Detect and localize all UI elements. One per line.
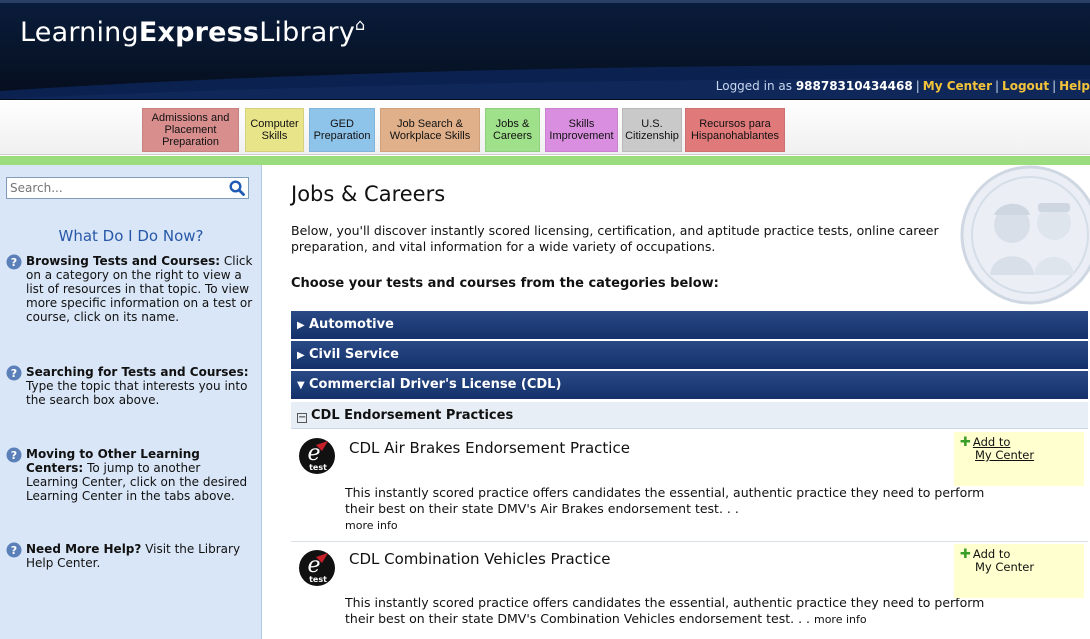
help-text: Type the topic that interests you into t… (26, 379, 248, 407)
add-to-center[interactable]: ✚ Add to My Center (954, 544, 1084, 598)
category-label: Civil Service (309, 347, 399, 362)
test-title[interactable]: CDL Combination Vehicles Practice (349, 550, 610, 568)
brand-express: Express (138, 17, 260, 48)
add-link[interactable]: Add to (973, 435, 1010, 449)
help-title: Need More Help? (26, 542, 142, 556)
expand-arrow-icon: ▶ (297, 320, 305, 331)
user-id: 98878310434468 (795, 79, 913, 93)
library-logo[interactable]: LearningExpressLibrary⌂ (20, 15, 366, 48)
category-label: Automotive (309, 317, 394, 332)
test-title[interactable]: CDL Air Brakes Endorsement Practice (349, 439, 630, 457)
etest-icon: e test (299, 550, 335, 586)
choose-heading: Choose your tests and courses from the c… (291, 276, 719, 291)
tab-hispanohablantes[interactable]: Recursos para Hispanohablantes (685, 108, 785, 152)
help-title: Browsing Tests and Courses: (26, 254, 221, 268)
subcategory-label: CDL Endorsement Practices (311, 408, 514, 423)
home-icon: ⌂ (355, 15, 366, 34)
intro-text: Below, you'll discover instantly scored … (291, 223, 939, 254)
collapse-minus-icon[interactable]: − (297, 413, 307, 423)
category-cdl[interactable]: ▼ Commercial Driver's License (CDL) (291, 371, 1088, 399)
plus-icon: ✚ (960, 547, 971, 562)
more-info-link[interactable]: more info (345, 519, 398, 532)
more-info-link[interactable]: more info (814, 613, 867, 626)
test-description: This instantly scored practice offers ca… (345, 485, 995, 534)
description-text: This instantly scored practice offers ca… (345, 595, 985, 626)
help-need-more: ? Need More Help? Visit the Library Help… (6, 542, 256, 570)
active-center-bar (0, 156, 1090, 165)
svg-text:test: test (309, 575, 327, 584)
help-icon: ? (6, 254, 22, 270)
tab-ged[interactable]: GED Preparation (309, 108, 375, 152)
svg-text:?: ? (11, 367, 17, 380)
help-moving: ? Moving to Other Learning Centers: To j… (6, 447, 256, 503)
search-input[interactable] (7, 178, 222, 198)
page-title: Jobs & Careers (291, 182, 446, 206)
help-icon: ? (6, 542, 22, 558)
help-browsing: ? Browsing Tests and Courses: Click on a… (6, 254, 256, 324)
subcategory-cdl-endorsement[interactable]: − CDL Endorsement Practices (291, 402, 1088, 429)
category-civil-service[interactable]: ▶ Civil Service (291, 341, 1088, 369)
category-label: Commercial Driver's License (CDL) (309, 377, 562, 392)
expand-arrow-icon: ▶ (297, 350, 305, 361)
sidebar-heading: What Do I Do Now? (58, 227, 204, 245)
svg-text:?: ? (11, 449, 17, 462)
add-to-center[interactable]: ✚ Add to My Center (954, 432, 1084, 486)
tab-admissions[interactable]: Admissions and Placement Preparation (142, 108, 239, 152)
etest-icon: e test (299, 438, 335, 474)
help-title: Searching for Tests and Courses: (26, 365, 249, 379)
search-box (6, 177, 249, 199)
tab-job-search[interactable]: Job Search & Workplace Skills (380, 108, 480, 152)
svg-text:?: ? (11, 544, 17, 557)
help-searching: ? Searching for Tests and Courses: Type … (6, 365, 256, 407)
list-item: e test CDL Combination Vehicles Practice… (291, 542, 1088, 639)
tab-citizenship[interactable]: U.S. Citizenship (622, 108, 682, 152)
tab-skills-improvement[interactable]: Skills Improvement (545, 108, 618, 152)
svg-text:?: ? (11, 256, 17, 269)
help-icon: ? (6, 447, 22, 463)
search-icon[interactable] (228, 179, 246, 197)
plus-icon: ✚ (960, 435, 971, 450)
help-link[interactable]: Help (1059, 79, 1090, 93)
login-prefix: Logged in as (715, 79, 792, 93)
add-link-center[interactable]: My Center (975, 448, 1034, 462)
tab-jobs-careers[interactable]: Jobs & Careers (485, 108, 540, 152)
header-banner: LearningExpressLibrary⌂ Logged in as 988… (0, 0, 1090, 100)
brand-learning: Learning (20, 17, 139, 48)
help-icon: ? (6, 365, 22, 381)
learning-center-tabs: Admissions and Placement Preparation Com… (0, 100, 1090, 155)
logout-link[interactable]: Logout (1002, 79, 1049, 93)
brand-library: Library (259, 17, 355, 48)
add-link[interactable]: Add to (973, 547, 1010, 561)
main-content: Jobs & Careers Below, you'll discover in… (263, 165, 1090, 639)
collapse-arrow-icon: ▼ (297, 380, 305, 391)
svg-text:test: test (309, 463, 327, 472)
test-description: This instantly scored practice offers ca… (345, 595, 995, 628)
login-status: Logged in as 98878310434468 | My Center | Lo… (715, 79, 1090, 93)
add-link-center[interactable]: My Center (975, 560, 1034, 574)
category-automotive[interactable]: ▶ Automotive (291, 311, 1088, 339)
tab-computer-skills[interactable]: Computer Skills (245, 108, 304, 152)
description-text: This instantly scored practice offers ca… (345, 485, 985, 516)
my-center-link[interactable]: My Center (923, 79, 992, 93)
list-item: e test CDL Air Brakes Endorsement Practi… (291, 430, 1088, 542)
sidebar: What Do I Do Now? ? Browsing Tests and C… (0, 165, 262, 639)
